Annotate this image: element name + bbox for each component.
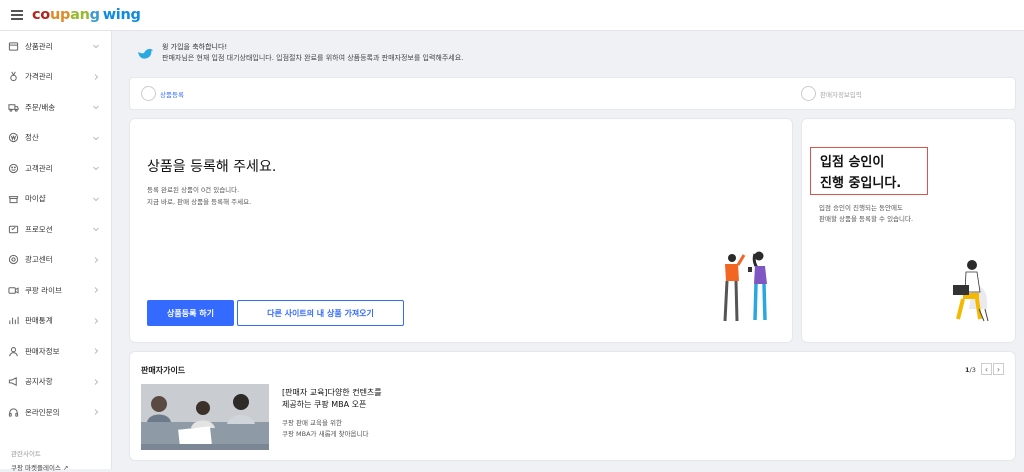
won-coin-icon xyxy=(8,132,19,143)
chevron-right-icon xyxy=(92,378,100,386)
previous-page-button[interactable]: ‹ xyxy=(981,363,992,375)
chevron-down-icon xyxy=(92,195,100,203)
register-prompt-text: 지금 바로, 판매 상품을 등록해 주세요. xyxy=(147,198,252,206)
sidebar-item-live[interactable]: 쿠팡 라이브 xyxy=(0,275,111,306)
sidebar-item-statistics[interactable]: 판매통계 xyxy=(0,306,111,337)
headset-icon xyxy=(8,407,19,418)
sidebar-item-notice[interactable]: 공지사항 xyxy=(0,367,111,398)
step-product-registration[interactable]: 상품등록 xyxy=(160,89,184,99)
medal-icon xyxy=(8,71,19,82)
chevron-right-icon xyxy=(92,317,100,325)
chevron-down-icon xyxy=(92,164,100,172)
shop-icon xyxy=(8,193,19,204)
sidebar-item-price[interactable]: 가격관리 xyxy=(0,62,111,93)
guide-article-title-line1[interactable]: [판매자 교육]다양한 컨텐츠를 xyxy=(282,387,382,398)
bird-icon xyxy=(138,48,153,59)
chevron-right-icon xyxy=(92,347,100,355)
approval-title-line2: 진행 중입니다. xyxy=(820,176,902,191)
coupon-icon xyxy=(8,224,19,235)
chevron-right-icon xyxy=(92,256,100,264)
related-site-link[interactable]: 쿠팡 마켓플레이스 ↗ xyxy=(11,462,68,472)
related-sites-title: 관련사이트 xyxy=(11,450,41,458)
live-video-icon xyxy=(8,285,19,296)
next-page-button[interactable]: › xyxy=(993,363,1004,375)
chevron-down-icon xyxy=(92,134,100,142)
guide-article-desc-line1: 쿠팡 판매 교육을 위한 xyxy=(282,419,343,427)
register-product-button[interactable]: 상품등록 하기 xyxy=(147,300,234,326)
step-seller-info[interactable]: 판매자정보입력 xyxy=(820,89,862,99)
registered-count-text: 등록 완료된 상품이 0건 있습니다. xyxy=(147,186,240,194)
smile-icon xyxy=(8,163,19,174)
menu-icon[interactable] xyxy=(11,10,23,20)
sidebar-item-inquiry[interactable]: 온라인문의 xyxy=(0,397,111,428)
top-bar: coupang wing xyxy=(0,0,1024,31)
welcome-heading: 윙 가입을 축하합니다! xyxy=(162,43,228,51)
sidebar-item-myshop[interactable]: 마이샵 xyxy=(0,184,111,215)
person-icon xyxy=(8,346,19,357)
sidebar-item-product[interactable]: 상품관리 xyxy=(0,31,111,62)
sidebar-item-promotion[interactable]: 프로모션 xyxy=(0,214,111,245)
bar-chart-icon xyxy=(8,315,19,326)
approval-desc-line1: 입점 승인이 진행되는 동안에도 xyxy=(819,204,903,212)
chevron-down-icon xyxy=(92,42,100,50)
import-products-button[interactable]: 다른 사이트의 내 상품 가져오기 xyxy=(237,300,404,326)
sidebar-item-ad-center[interactable]: 광고센터 xyxy=(0,245,111,276)
welcome-banner: 윙 가입을 축하합니다! 판매자님은 현재 입점 대기상태입니다. 입점절차 완… xyxy=(129,31,1016,71)
seller-guide-title: 판매자가이드 xyxy=(141,366,186,375)
sidebar-item-settlement[interactable]: 정산 xyxy=(0,123,111,154)
megaphone-icon xyxy=(8,376,19,387)
approval-desc-line2: 판매할 상품을 등록할 수 있습니다. xyxy=(819,215,914,223)
approval-status-card: 입점 승인이 진행 중입니다. 입점 승인이 진행되는 동안에도 판매할 상품을… xyxy=(801,118,1016,343)
step-indicator-seller-info xyxy=(801,86,816,101)
welcome-message: 판매자님은 현재 입점 대기상태입니다. 입점절차 완료를 위하여 상품등록과 … xyxy=(162,54,464,62)
chevron-down-icon xyxy=(92,225,100,233)
laptop-user-illustration xyxy=(953,260,989,322)
box-icon xyxy=(8,41,19,52)
ad-target-icon xyxy=(8,254,19,265)
guide-thumbnail-image[interactable] xyxy=(141,384,269,450)
sidebar-item-seller-info[interactable]: 판매자정보 xyxy=(0,336,111,367)
step-indicator-product xyxy=(141,86,156,101)
sidebar-item-order[interactable]: 주문/배송 xyxy=(0,92,111,123)
register-product-card: 상품을 등록해 주세요. 등록 완료된 상품이 0건 있습니다. 지금 바로, … xyxy=(129,118,793,343)
chevron-right-icon xyxy=(92,73,100,81)
chevron-right-icon xyxy=(92,408,100,416)
people-illustration xyxy=(723,251,767,322)
approval-title-line1: 입점 승인이 xyxy=(820,155,885,170)
chevron-right-icon xyxy=(92,286,100,294)
guide-article-desc-line2: 쿠팡 MBA가 새롭게 찾아옵니다 xyxy=(282,430,369,438)
seller-guide-card: 판매자가이드 1/3 ‹ › [판매자 교육]다양한 컨텐츠를 제공하는 쿠팡 … xyxy=(129,351,1016,461)
sidebar-item-customer[interactable]: 고객관리 xyxy=(0,153,111,184)
chevron-down-icon xyxy=(92,103,100,111)
truck-icon xyxy=(8,102,19,113)
guide-pager: 1/3 xyxy=(965,366,976,374)
sidebar: 상품관리 가격관리 주문/배송 정산 고객관리 마이샵 프로모션 광고센터 쿠팡 xyxy=(0,31,112,472)
register-product-title: 상품을 등록해 주세요. xyxy=(147,159,277,175)
guide-article-title-line2[interactable]: 제공하는 쿠팡 MBA 오픈 xyxy=(282,399,366,410)
coupang-wing-logo[interactable]: coupang wing xyxy=(32,7,141,23)
onboarding-steps: 상품등록 판매자정보입력 xyxy=(129,77,1016,110)
